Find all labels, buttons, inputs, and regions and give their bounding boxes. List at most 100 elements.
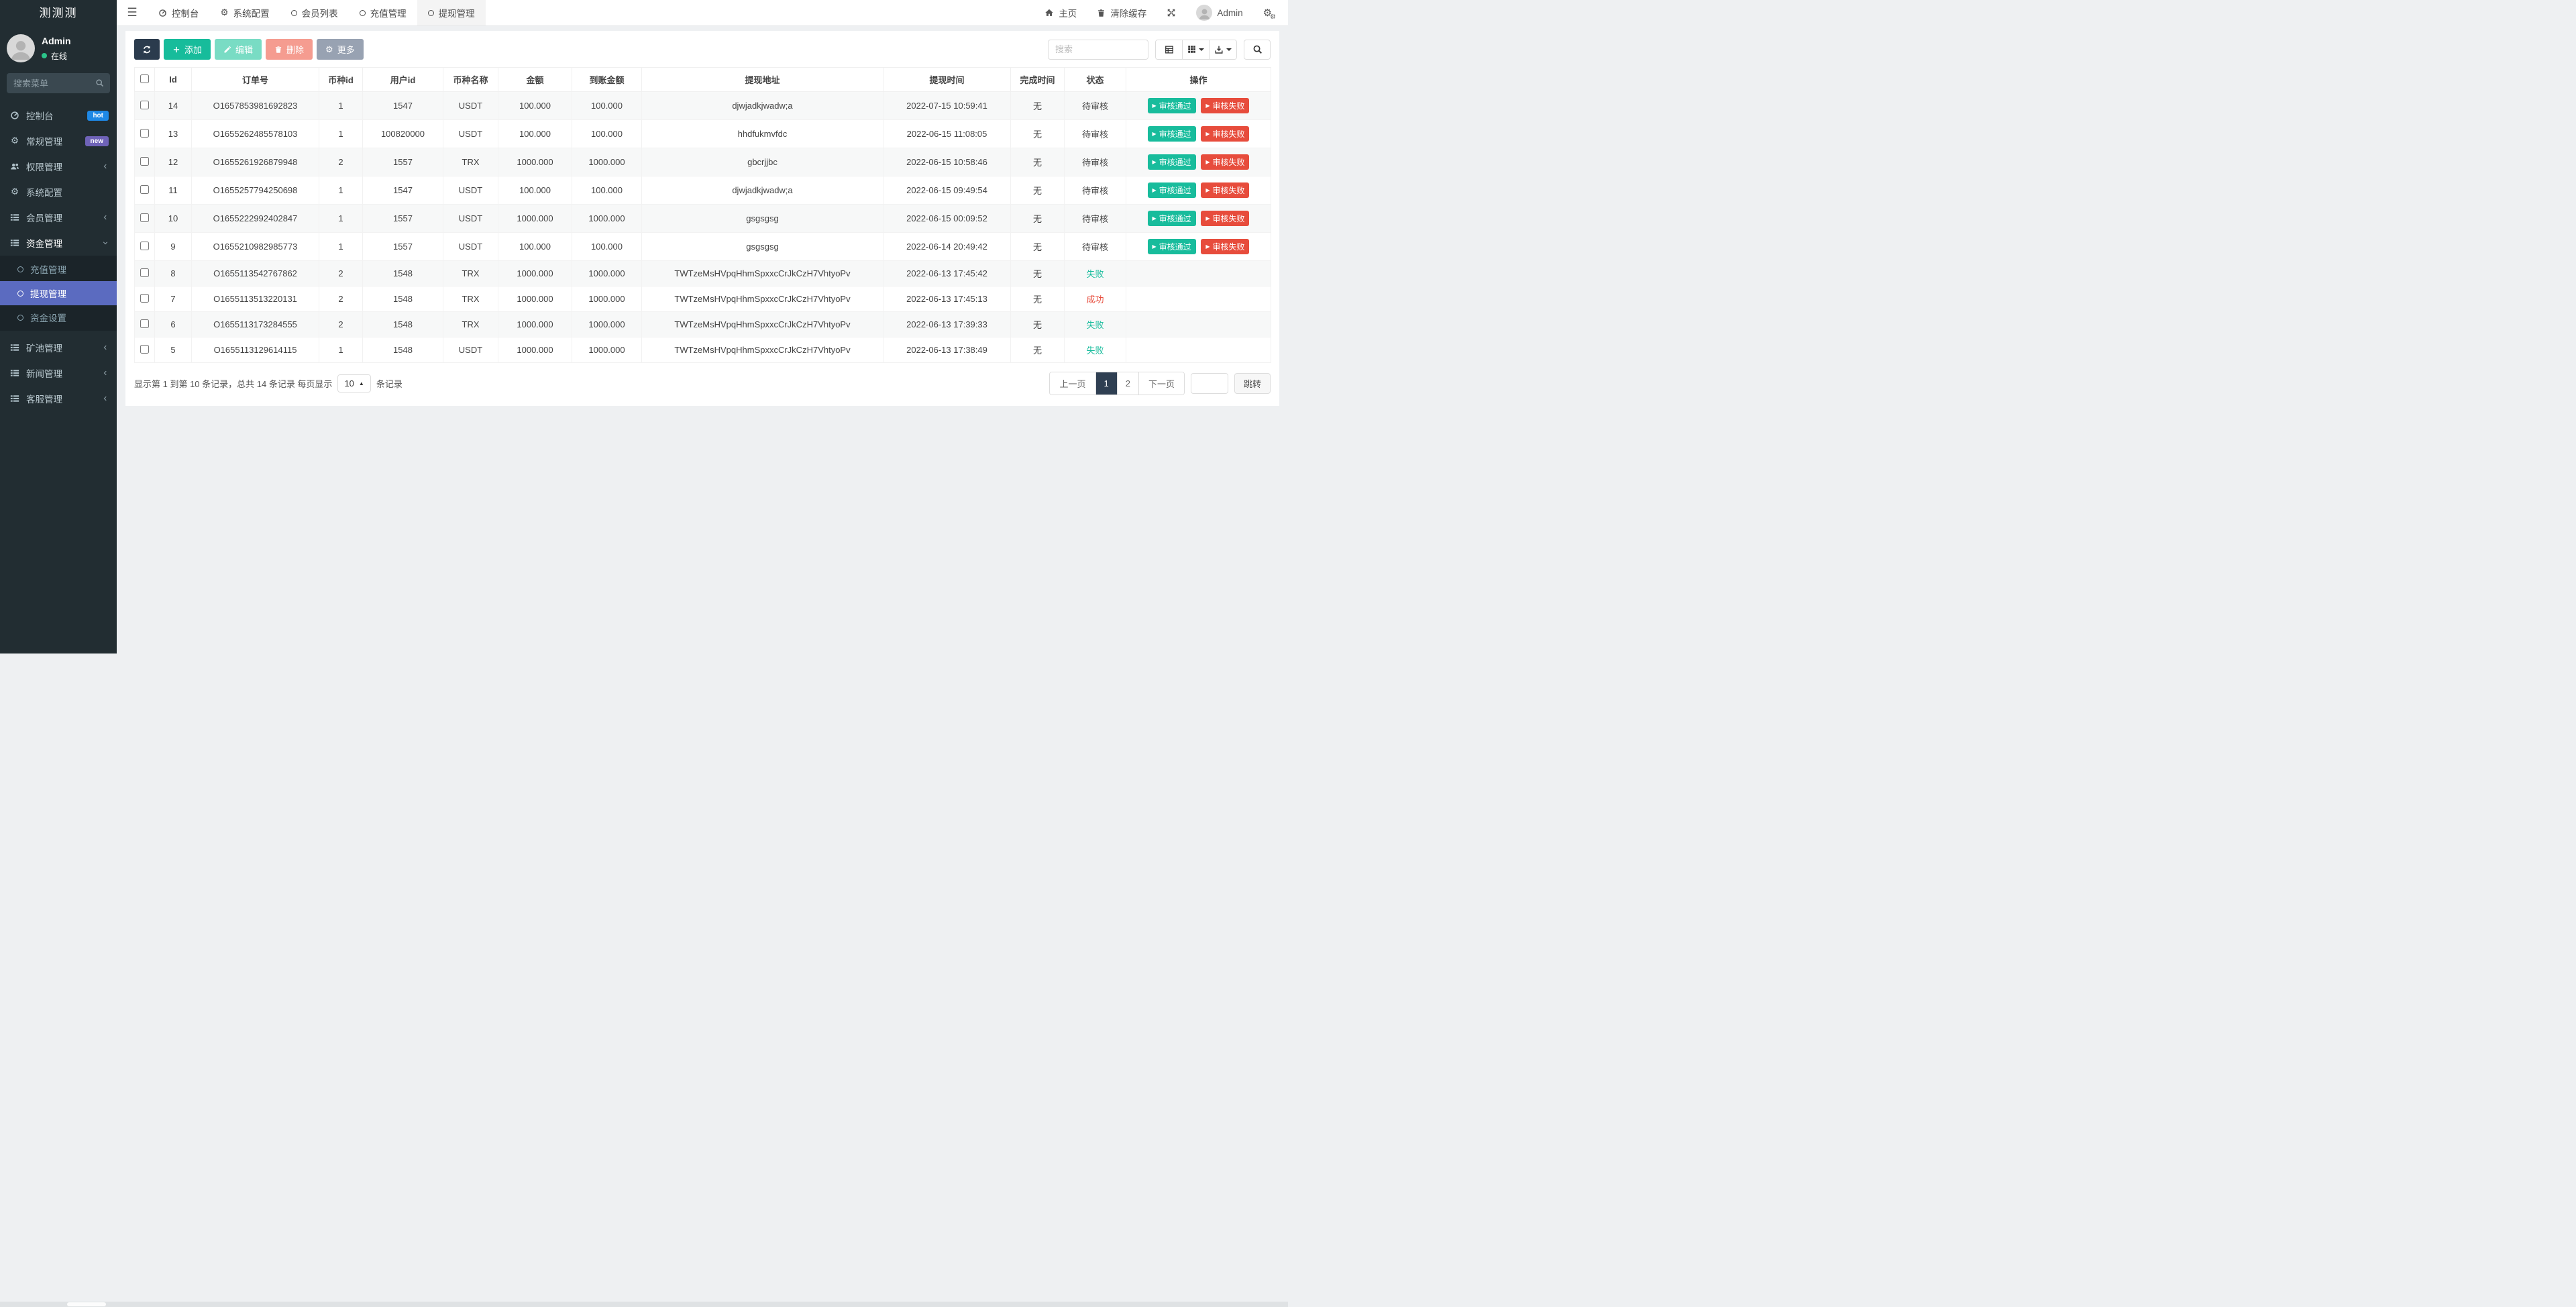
reject-button[interactable]: ▶审核失败 [1201, 239, 1249, 254]
toggle-view-button[interactable] [1156, 40, 1183, 59]
approve-button[interactable]: ▶审核通过 [1148, 182, 1196, 198]
sidebar-item-system-config[interactable]: ⚙ 系统配置 [0, 179, 117, 205]
page-button-2[interactable]: 2 [1118, 372, 1139, 395]
table-row: 12 O1655261926879948 2 1557 TRX 1000.000… [135, 148, 1271, 176]
sidebar-item-funds[interactable]: 资金管理 [0, 230, 117, 256]
gauge-icon [158, 9, 167, 17]
next-page-button[interactable]: 下一页 [1139, 372, 1184, 395]
cell-amount: 1000.000 [498, 286, 572, 312]
cell-coin-name: USDT [443, 92, 498, 120]
refresh-button[interactable] [134, 39, 160, 60]
tab-member-list[interactable]: 会员列表 [280, 0, 349, 25]
sidebar-item-fund-settings[interactable]: 资金设置 [0, 305, 117, 329]
table-search-input[interactable] [1048, 40, 1148, 60]
reject-button[interactable]: ▶审核失败 [1201, 211, 1249, 226]
sidebar-item-general[interactable]: ⚙ 常规管理 new [0, 128, 117, 154]
scrollbar-thumb[interactable] [67, 1302, 106, 1306]
page-button-1[interactable]: 1 [1096, 372, 1118, 395]
edit-button[interactable]: 编辑 [215, 39, 262, 60]
cell-withdraw-time: 2022-06-14 20:49:42 [883, 233, 1011, 261]
col-status: 状态 [1065, 68, 1126, 92]
sidebar-item-recharge[interactable]: 充值管理 [0, 257, 117, 281]
page-size-select[interactable]: 10▲ [337, 374, 370, 393]
cell-received-amount: 1000.000 [572, 286, 642, 312]
home-link[interactable]: 主页 [1034, 0, 1087, 25]
cell-status: 待审核 [1065, 205, 1126, 233]
approve-button[interactable]: ▶审核通过 [1148, 154, 1196, 170]
row-checkbox[interactable] [140, 268, 149, 277]
tab-recharge[interactable]: 充值管理 [349, 0, 417, 25]
sidebar-item-withdraw[interactable]: 提现管理 [0, 281, 117, 305]
reject-button[interactable]: ▶审核失败 [1201, 182, 1249, 198]
reject-button[interactable]: ▶审核失败 [1201, 154, 1249, 170]
jump-page-input[interactable] [1191, 373, 1228, 394]
row-checkbox[interactable] [140, 294, 149, 303]
cell-amount: 1000.000 [498, 205, 572, 233]
approve-button[interactable]: ▶审核通过 [1148, 98, 1196, 113]
chevron-down-icon [102, 240, 109, 246]
approve-button[interactable]: ▶审核通过 [1148, 239, 1196, 254]
approve-button[interactable]: ▶审核通过 [1148, 211, 1196, 226]
reject-button[interactable]: ▶审核失败 [1201, 126, 1249, 142]
cell-coin-name: TRX [443, 261, 498, 286]
delete-button[interactable]: 删除 [266, 39, 313, 60]
export-button[interactable] [1210, 40, 1236, 59]
user-name: Admin [1217, 8, 1242, 18]
search-submit-button[interactable] [1244, 40, 1271, 60]
more-button[interactable]: ⚙更多 [317, 39, 364, 60]
reject-button[interactable]: ▶审核失败 [1201, 98, 1249, 113]
sidebar-item-console[interactable]: 控制台 hot [0, 103, 117, 128]
cell-withdraw-address: TWTzeMsHVpqHhmSpxxcCrJkCzH7VhtyoPv [642, 261, 883, 286]
approve-button[interactable]: ▶审核通过 [1148, 126, 1196, 142]
sidebar-search-input[interactable] [7, 73, 110, 93]
gears-icon: ⚙ [9, 136, 20, 146]
row-checkbox[interactable] [140, 157, 149, 166]
settings-button[interactable]: ⚙⚙ [1253, 0, 1288, 25]
prev-page-button[interactable]: 上一页 [1050, 372, 1095, 395]
row-checkbox[interactable] [140, 345, 149, 354]
sidebar-item-support[interactable]: 客服管理 [0, 386, 117, 411]
user-menu[interactable]: Admin [1186, 0, 1252, 25]
cell-user-id: 100820000 [363, 120, 443, 148]
row-checkbox[interactable] [140, 319, 149, 328]
col-finish-time: 完成时间 [1011, 68, 1065, 92]
cell-withdraw-time: 2022-06-15 11:08:05 [883, 120, 1011, 148]
list-icon [9, 368, 20, 378]
sidebar-item-news[interactable]: 新闻管理 [0, 360, 117, 386]
cell-withdraw-address: gsgsgsg [642, 233, 883, 261]
cell-coin-name: USDT [443, 120, 498, 148]
view-button-group [1155, 40, 1237, 60]
trash-icon [1097, 9, 1106, 17]
col-id: Id [155, 68, 192, 92]
hamburger-icon[interactable]: ☰ [117, 0, 148, 25]
caret-down-icon [1199, 48, 1204, 51]
grid-icon [1187, 45, 1196, 54]
sidebar-item-mining-pool[interactable]: 矿池管理 [0, 335, 117, 360]
row-checkbox[interactable] [140, 242, 149, 250]
circle-icon [17, 315, 23, 321]
fullscreen-button[interactable] [1157, 0, 1186, 25]
table-toolbar: 添加 编辑 删除 ⚙更多 [134, 38, 1271, 67]
tab-console[interactable]: 控制台 [148, 0, 210, 25]
clear-cache-link[interactable]: 清除缓存 [1087, 0, 1157, 25]
sidebar-item-permissions[interactable]: 权限管理 [0, 154, 117, 179]
select-all-checkbox[interactable] [140, 74, 149, 83]
row-checkbox[interactable] [140, 129, 149, 138]
row-checkbox[interactable] [140, 185, 149, 194]
status-text: 待审核 [1082, 186, 1108, 196]
tab-system-config[interactable]: ⚙系统配置 [210, 0, 280, 25]
chevron-left-icon [102, 395, 109, 402]
cell-status: 待审核 [1065, 233, 1126, 261]
search-icon [1252, 44, 1263, 54]
horizontal-scrollbar[interactable] [0, 1302, 1288, 1307]
add-button[interactable]: 添加 [164, 39, 211, 60]
sidebar-item-members[interactable]: 会员管理 [0, 205, 117, 230]
jump-button[interactable]: 跳转 [1234, 373, 1271, 394]
row-checkbox[interactable] [140, 213, 149, 222]
status-text: 待审核 [1082, 129, 1108, 140]
columns-button[interactable] [1183, 40, 1210, 59]
cell-coin-id: 2 [319, 286, 363, 312]
row-checkbox[interactable] [140, 101, 149, 109]
tab-withdraw[interactable]: 提现管理 [417, 0, 486, 25]
cell-user-id: 1548 [363, 286, 443, 312]
